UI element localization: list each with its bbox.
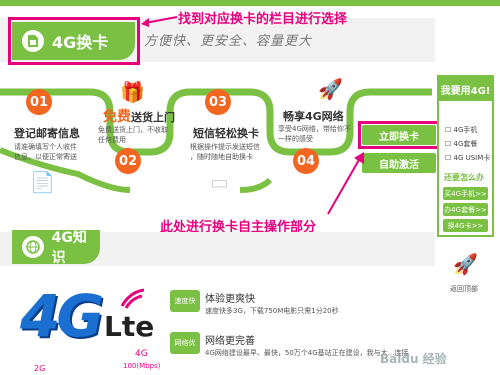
feature-2-title: 网络更完善 <box>205 336 255 347</box>
step-3-desc: 根据操作提示发送短信 ，随时随地自助换卡 <box>190 143 260 161</box>
feature-2-badge: 网络优 <box>170 332 200 354</box>
arrow-icon <box>141 16 178 27</box>
feature-1-badge: 速度快 <box>170 290 200 312</box>
step-4-title: 畅享4G网络 <box>283 110 344 123</box>
signal-waves-icon <box>120 288 145 309</box>
change-card-now-button[interactable]: 立即换卡 <box>362 125 436 145</box>
logo-2g: 2G <box>34 364 46 373</box>
logo-4g-small: 4G <box>135 349 148 359</box>
document-icon: 📄 <box>30 170 55 194</box>
feature-1-desc: 速度快多3G，下载750M电影只需1分20秒 <box>205 307 339 315</box>
logo-speed: 100(Mbps) <box>123 362 161 370</box>
step-2-desc: 免费送货上门，不收取 任何费用 <box>98 126 168 144</box>
back-to-top-label[interactable]: 返回顶部 <box>450 284 478 294</box>
arrow-icon <box>327 152 364 215</box>
sim-card-outline-icon: ▭ <box>210 170 229 194</box>
lte-logo: Lte <box>104 310 155 343</box>
4g-logo: 4G <box>20 282 104 350</box>
tab-4g-knowledge-label: 4G知识 <box>51 230 87 266</box>
sidebar-subtitle: 还要怎么办 <box>444 173 484 182</box>
rocket-icon: 🚀 <box>318 77 343 101</box>
highlight-box-tab <box>8 17 140 65</box>
buy-4g-phone-button[interactable]: 买4G手机>> <box>443 187 488 200</box>
step-1-title: 登记邮寄信息 <box>14 127 80 140</box>
feature-1-title: 体验更爽快 <box>205 294 255 305</box>
step-1-desc: 请准确填写个人收件 信息，以便正常寄送 <box>14 143 77 161</box>
step-3-number: 03 <box>205 89 231 115</box>
annotation-top: 找到对应换卡的栏目进行选择 <box>178 12 348 27</box>
step-4-desc: 享受4G网络，带给你不 一样的感受 <box>278 125 351 143</box>
sidebar-panel: 我要用4G! ☐ 4G手机 ☐ 4G套餐 ☐ 4G USIM卡 还要怎么办 买4… <box>437 75 494 237</box>
globe-icon <box>22 236 44 258</box>
change-4g-card-button[interactable]: 换4G卡>> <box>443 219 488 232</box>
section-slogan: 方便快、更安全、容量更大 <box>144 34 313 49</box>
top-strip <box>0 0 500 6</box>
apply-4g-plan-button[interactable]: 办4G套餐>> <box>443 203 488 216</box>
step-2-number: 02 <box>115 148 141 174</box>
step-4-number: 04 <box>293 148 319 174</box>
step-3-title: 短信轻松换卡 <box>193 127 259 140</box>
tab-4g-knowledge[interactable]: 4G知识 <box>12 230 100 266</box>
back-to-top-rocket-icon[interactable]: 🚀 <box>453 252 478 276</box>
sidebar-title: 我要用4G! <box>439 77 492 101</box>
step-2-title: 免费送货上门 <box>103 109 175 125</box>
self-activate-button[interactable]: 自助激活 <box>362 153 436 173</box>
step-1-number: 01 <box>26 89 52 115</box>
option-4g-phone[interactable]: ☐ 4G手机 <box>445 125 477 135</box>
feature-2-desc: 4G网络建设最早、最快，50万个4G基站正在建设，我与大...连接 <box>205 349 409 357</box>
option-4g-plan[interactable]: ☐ 4G套餐 <box>445 139 477 149</box>
option-4g-usim[interactable]: ☐ 4G USIM卡 <box>445 153 490 163</box>
gift-icon: 🎁 <box>120 80 145 104</box>
baidu-watermark: Baidu 经验 <box>380 352 447 366</box>
